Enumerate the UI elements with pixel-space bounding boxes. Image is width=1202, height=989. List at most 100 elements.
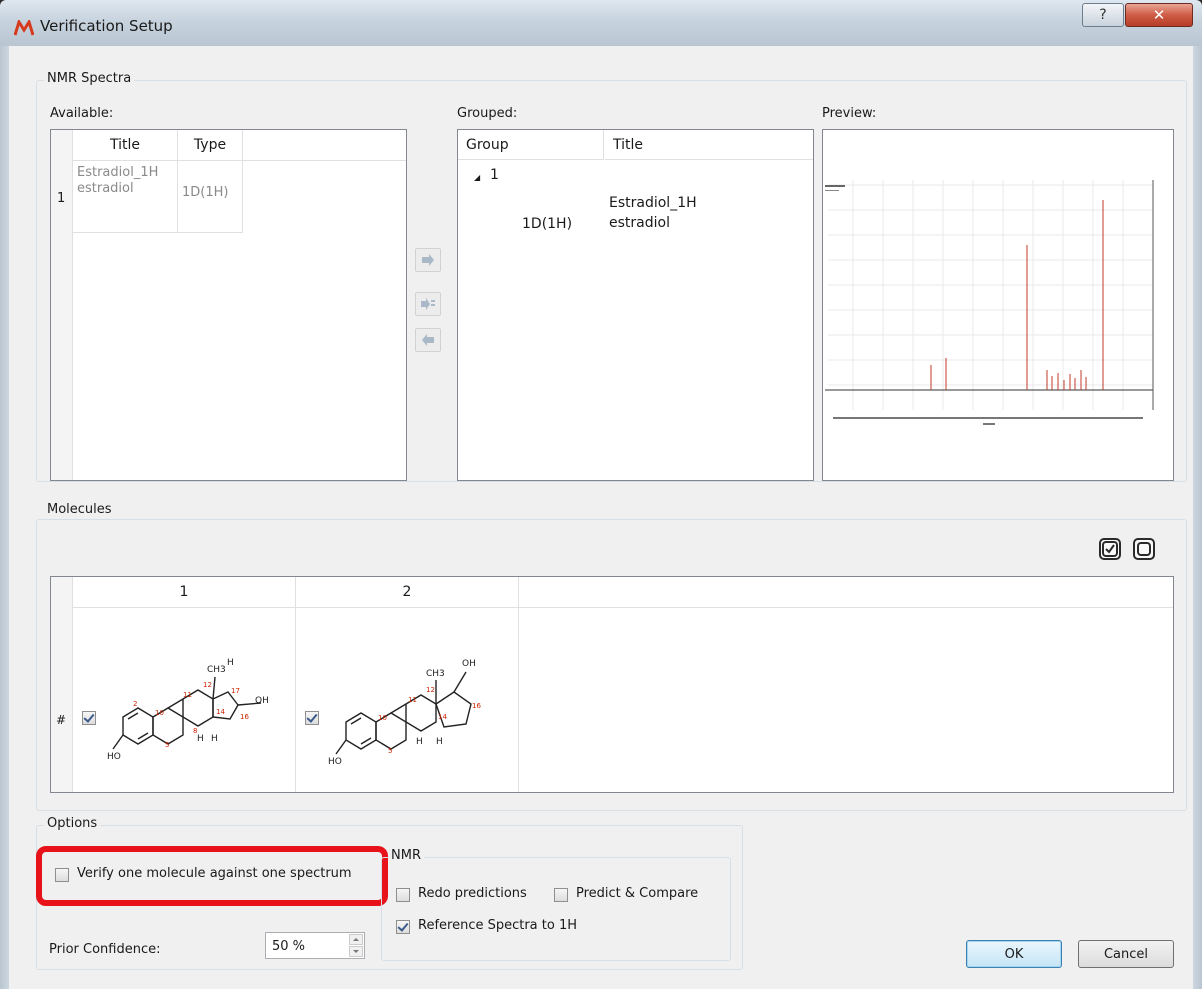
help-button[interactable]: ? [1082, 3, 1124, 27]
available-header-title[interactable]: Title [73, 130, 178, 161]
add-to-group-button[interactable] [415, 248, 441, 272]
svg-text:HO: HO [107, 752, 121, 762]
available-spectra-table[interactable]: Title Type 1 Estradiol_1H estradiol 1D(1… [50, 129, 407, 481]
predict-compare-label[interactable]: Predict & Compare [576, 886, 698, 901]
close-button[interactable]: ✕ [1125, 3, 1193, 27]
svg-text:2: 2 [133, 700, 137, 708]
available-title-line1: Estradiol_1H [77, 165, 159, 180]
prior-confidence-spinbox[interactable]: 50 % [265, 932, 365, 959]
grouped-child-title-line1[interactable]: Estradiol_1H [609, 194, 697, 212]
arrow-right-icon [422, 254, 434, 266]
spectrum-plot [825, 180, 1154, 425]
spin-up-button[interactable] [349, 934, 363, 945]
grouped-child-title-line2[interactable]: estradiol [609, 214, 670, 232]
window-frame-left [0, 46, 9, 989]
select-all-button[interactable] [1099, 538, 1121, 560]
svg-text:H: H [436, 737, 443, 747]
molecule-column-1-header[interactable]: 1 [73, 577, 296, 608]
options-group-label: Options [44, 816, 101, 831]
available-type-text: 1D(1H) [182, 185, 229, 200]
reference-spectra-label[interactable]: Reference Spectra to 1H [418, 918, 577, 933]
svg-text:HO: HO [328, 757, 342, 767]
svg-text:14: 14 [216, 708, 225, 716]
svg-text:H: H [416, 737, 423, 747]
svg-text:16: 16 [240, 713, 249, 721]
remove-from-group-button[interactable] [415, 328, 441, 352]
nmr-options-group-label: NMR [388, 848, 424, 863]
molecule-2-structure: 10 11 12 14 16 5 CH3 OH HO H H [328, 659, 481, 767]
svg-text:OH: OH [462, 659, 476, 669]
grouped-spectra-tree[interactable]: Group Title ◢ 1 1D(1H) Estradiol_1H estr… [457, 129, 814, 481]
redo-predictions-label[interactable]: Redo predictions [418, 886, 527, 901]
molecule-1-checkbox[interactable] [82, 711, 96, 725]
uncheck-all-icon [1137, 542, 1151, 556]
svg-text:11: 11 [408, 696, 417, 704]
available-header-filler [243, 130, 406, 161]
available-row-title[interactable]: Estradiol_1H estradiol [73, 161, 178, 233]
preview-label: Preview: [822, 106, 877, 121]
verify-one-highlight [36, 846, 388, 906]
available-row-header-column [51, 130, 73, 480]
spin-up-icon [353, 938, 359, 941]
svg-text:14: 14 [438, 713, 447, 721]
verification-setup-dialog: Verification Setup ? ✕ NMR Spectra Avail… [0, 0, 1202, 989]
window-frame-right [1193, 46, 1202, 989]
ok-button[interactable]: OK [966, 940, 1062, 968]
svg-text:12: 12 [203, 681, 212, 689]
grouped-child-type[interactable]: 1D(1H) [522, 215, 572, 233]
help-icon: ? [1099, 7, 1107, 23]
reference-spectra-checkbox[interactable] [396, 920, 410, 934]
tree-expander-icon[interactable]: ◢ [474, 169, 480, 187]
dialog-client-area: NMR Spectra Available: Title Type 1 Estr… [9, 46, 1193, 989]
svg-text:H: H [197, 734, 204, 744]
svg-text:OH: OH [255, 696, 269, 706]
prior-confidence-value: 50 % [272, 939, 306, 954]
nmr-spectra-group-label: NMR Spectra [44, 71, 135, 86]
molecules-group-label: Molecules [44, 502, 115, 517]
redo-predictions-checkbox[interactable] [396, 888, 410, 902]
svg-text:5: 5 [165, 741, 169, 749]
svg-text:16: 16 [472, 702, 481, 710]
spectrum-trace [930, 200, 1104, 390]
cancel-button[interactable]: Cancel [1078, 940, 1174, 968]
check-all-icon [1102, 541, 1118, 557]
arrow-right-list-icon [421, 298, 435, 310]
svg-text:10: 10 [155, 709, 164, 717]
add-as-group-button[interactable] [415, 292, 441, 316]
molecule-column-2-header[interactable]: 2 [296, 577, 519, 608]
grouped-header-title[interactable]: Title [605, 130, 813, 160]
spin-down-button[interactable] [349, 946, 363, 957]
molecules-row-header: # [56, 713, 67, 727]
prior-confidence-label: Prior Confidence: [49, 942, 161, 957]
svg-text:5: 5 [388, 747, 392, 755]
molecules-row-header-column [51, 577, 73, 792]
spin-down-icon [353, 950, 359, 953]
molecule-header-filler [519, 577, 1173, 608]
close-icon: ✕ [1152, 6, 1166, 24]
available-row-type[interactable]: 1D(1H) [178, 161, 243, 233]
svg-text:H: H [211, 734, 218, 744]
grouped-label: Grouped: [457, 106, 518, 121]
available-title-line2: estradiol [77, 181, 134, 196]
svg-text:CH3: CH3 [426, 669, 445, 679]
svg-text:11: 11 [183, 691, 192, 699]
group-node-label[interactable]: 1 [490, 166, 499, 184]
svg-text:CH3: CH3 [207, 665, 226, 675]
deselect-all-button[interactable] [1133, 538, 1155, 560]
available-header-type[interactable]: Type [178, 130, 243, 161]
predict-compare-checkbox[interactable] [554, 888, 568, 902]
title-bar[interactable]: Verification Setup ? ✕ [0, 0, 1202, 46]
molecule-2-checkbox[interactable] [305, 711, 319, 725]
svg-text:12: 12 [426, 686, 435, 694]
molecules-table[interactable]: 1 2 # 2 10 5 11 12 14 17 16 8 CH3 H OH H… [50, 576, 1174, 793]
nmr-options-group [381, 857, 731, 961]
available-row-index: 1 [57, 191, 66, 206]
window-title: Verification Setup [40, 17, 173, 35]
arrow-left-icon [422, 334, 434, 346]
svg-text:H: H [227, 658, 234, 668]
spectrum-preview [822, 129, 1174, 481]
grouped-header-group[interactable]: Group [458, 130, 604, 160]
app-logo-icon [14, 20, 34, 36]
svg-text:17: 17 [231, 687, 240, 695]
molecule-1-structure: 2105 111214 17168 CH3HOH HOH H [107, 658, 269, 762]
